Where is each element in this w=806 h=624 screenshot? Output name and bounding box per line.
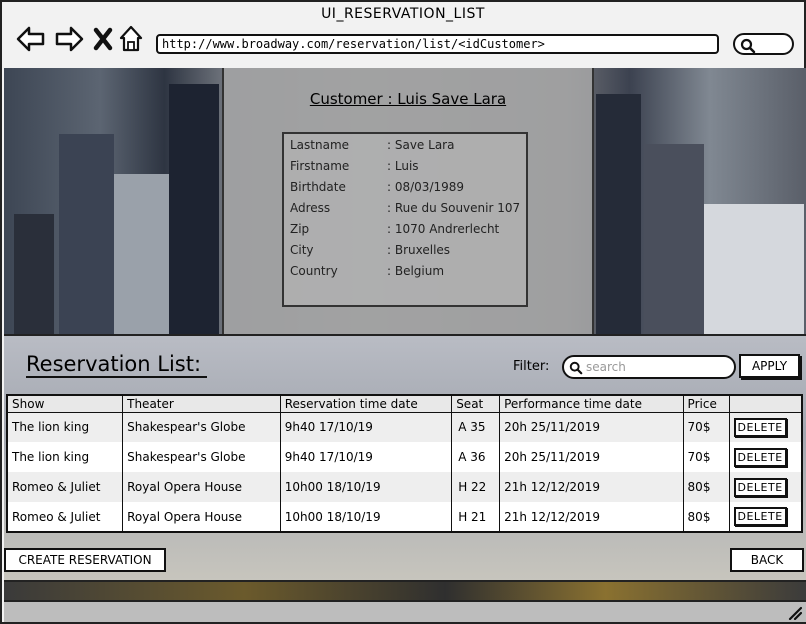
table-header-row: Show Theater Reservation time date Seat … bbox=[7, 395, 802, 413]
search-icon bbox=[740, 38, 756, 54]
field-label: City bbox=[290, 243, 314, 257]
field-label: Country bbox=[290, 264, 338, 278]
cell-show: The lion king bbox=[7, 412, 124, 442]
cell-price: 80$ bbox=[683, 502, 730, 532]
cell-reservation-time: 9h40 17/10/19 bbox=[280, 442, 453, 472]
cell-reservation-time: 10h00 18/10/19 bbox=[280, 502, 453, 532]
cell-theater: Royal Opera House bbox=[122, 502, 281, 532]
field-label: Zip bbox=[290, 222, 310, 236]
field-label: Birthdate bbox=[290, 180, 346, 194]
building-shape bbox=[644, 144, 704, 334]
cell-reservation-time: 9h40 17/10/19 bbox=[280, 412, 453, 442]
column-header-reservation-time: Reservation time date bbox=[280, 395, 453, 413]
status-bar bbox=[4, 600, 806, 622]
cell-seat: A 35 bbox=[451, 412, 501, 442]
building-shape bbox=[14, 214, 54, 334]
cell-action: DELETE bbox=[729, 472, 802, 502]
apply-button[interactable]: APPLY bbox=[739, 354, 800, 378]
search-icon bbox=[569, 361, 583, 375]
cell-show: Romeo & Juliet bbox=[7, 502, 124, 532]
url-bar[interactable]: http://www.broadway.com/reservation/list… bbox=[156, 34, 719, 54]
filter-search-input[interactable]: search bbox=[562, 355, 736, 379]
delete-button[interactable]: DELETE bbox=[733, 507, 787, 526]
browser-search-input[interactable] bbox=[733, 33, 794, 55]
cell-seat: H 22 bbox=[451, 472, 501, 502]
table-row: Romeo & Juliet Royal Opera House 10h00 1… bbox=[7, 502, 802, 532]
cell-action: DELETE bbox=[729, 412, 802, 442]
column-header-action bbox=[729, 395, 802, 413]
home-icon[interactable] bbox=[118, 24, 148, 54]
cell-theater: Royal Opera House bbox=[122, 472, 281, 502]
window-title: UI_RESERVATION_LIST bbox=[321, 6, 485, 22]
building-shape bbox=[169, 84, 219, 334]
table-row: The lion king Shakespear's Globe 9h40 17… bbox=[7, 442, 802, 472]
field-value: : Bruxelles bbox=[387, 243, 451, 257]
building-shape bbox=[114, 174, 174, 334]
column-header-performance-time: Performance time date bbox=[499, 395, 684, 413]
forward-arrow-icon[interactable] bbox=[54, 24, 84, 54]
column-header-price: Price bbox=[683, 395, 730, 413]
column-header-seat: Seat bbox=[451, 395, 501, 413]
field-value: : 1070 Andrerlecht bbox=[387, 222, 500, 236]
field-value: : Luis bbox=[387, 159, 419, 173]
delete-button[interactable]: DELETE bbox=[733, 447, 787, 467]
field-label: Lastname bbox=[290, 138, 350, 152]
column-header-theater: Theater bbox=[122, 395, 281, 413]
street-background bbox=[4, 582, 806, 600]
cell-performance-time: 21h 12/12/2019 bbox=[499, 502, 684, 532]
cell-show: Romeo & Juliet bbox=[7, 472, 124, 502]
back-arrow-icon[interactable] bbox=[16, 24, 46, 54]
delete-button[interactable]: DELETE bbox=[733, 477, 787, 497]
column-header-show: Show bbox=[7, 395, 124, 413]
field-value: : 08/03/1989 bbox=[387, 180, 465, 194]
cell-performance-time: 21h 12/12/2019 bbox=[499, 472, 684, 502]
field-value: : Save Lara bbox=[387, 138, 455, 152]
building-shape bbox=[596, 94, 641, 334]
table-row: The lion king Shakespear's Globe 9h40 17… bbox=[7, 412, 802, 442]
cell-theater: Shakespear's Globe bbox=[122, 412, 281, 442]
cell-theater: Shakespear's Globe bbox=[122, 442, 281, 472]
back-button[interactable]: BACK bbox=[730, 548, 804, 572]
create-reservation-button[interactable]: CREATE RESERVATION bbox=[4, 548, 166, 572]
customer-title: Customer : Luis Save Lara bbox=[309, 90, 507, 108]
customer-section: Customer : Luis Save Lara Lastname : Save… bbox=[4, 68, 806, 334]
field-label: Adress bbox=[290, 201, 331, 215]
cell-show: The lion king bbox=[7, 442, 124, 472]
cell-price: 70$ bbox=[683, 412, 730, 442]
field-value: : Belgium bbox=[387, 264, 445, 278]
reservation-table: Show Theater Reservation time date Seat … bbox=[6, 394, 803, 533]
filter-placeholder: search bbox=[586, 360, 626, 374]
field-value: : Rue du Souvenir 107 bbox=[387, 201, 521, 215]
cell-price: 70$ bbox=[683, 442, 730, 472]
reservation-section: Reservation List: Filter: search APPLY S… bbox=[4, 334, 806, 582]
customer-info-box: Lastname : Save Lara Firstname : Luis Birt… bbox=[282, 132, 528, 307]
reservation-list-title: Reservation List: bbox=[26, 352, 208, 378]
cell-action: DELETE bbox=[729, 442, 802, 472]
cell-performance-time: 20h 25/11/2019 bbox=[499, 442, 684, 472]
field-label: Firstname bbox=[290, 159, 350, 173]
table-row: Romeo & Juliet Royal Opera House 10h00 1… bbox=[7, 472, 802, 502]
resize-grip-icon[interactable] bbox=[786, 604, 802, 620]
building-shape bbox=[59, 134, 114, 334]
cell-reservation-time: 10h00 18/10/19 bbox=[280, 472, 453, 502]
cell-action: DELETE bbox=[729, 502, 802, 532]
browser-window: UI_RESERVATION_LIST http://www.broadway.… bbox=[0, 0, 806, 624]
filter-label: Filter: bbox=[513, 359, 550, 374]
building-shape bbox=[704, 204, 804, 334]
cell-seat: A 36 bbox=[451, 442, 501, 472]
cell-price: 80$ bbox=[683, 472, 730, 502]
delete-button[interactable]: DELETE bbox=[733, 417, 787, 437]
cell-performance-time: 20h 25/11/2019 bbox=[499, 412, 684, 442]
customer-panel: Customer : Luis Save Lara Lastname : Save… bbox=[222, 68, 594, 334]
cell-seat: H 21 bbox=[451, 502, 501, 532]
